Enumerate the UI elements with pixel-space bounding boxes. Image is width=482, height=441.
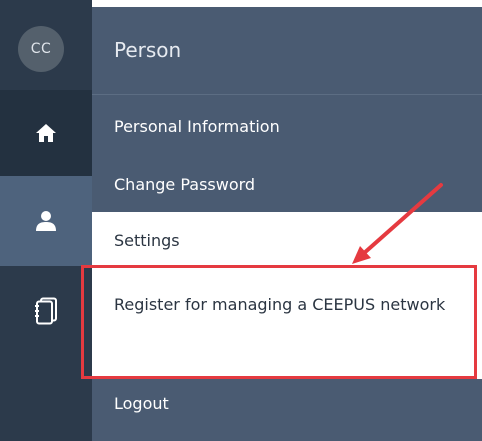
- sidebar-home-button[interactable]: [0, 90, 92, 176]
- home-icon: [36, 124, 56, 142]
- panel-title: Person: [114, 38, 182, 62]
- menu-item-change-password[interactable]: Change Password: [92, 162, 482, 208]
- sidebar-notebook-button[interactable]: [0, 266, 92, 356]
- menu-item-register-ceepus-network[interactable]: Register for managing a CEEPUS network: [92, 269, 482, 379]
- menu-item-settings[interactable]: Settings: [92, 212, 482, 269]
- book-icon: [35, 297, 57, 325]
- sidebar-person-button[interactable]: [0, 176, 92, 266]
- user-icon: [36, 211, 56, 231]
- avatar[interactable]: CC: [18, 26, 64, 72]
- menu-item-logout[interactable]: Logout: [92, 381, 482, 427]
- menu-item-personal-information[interactable]: Personal Information: [92, 104, 482, 150]
- title-divider: [92, 94, 482, 95]
